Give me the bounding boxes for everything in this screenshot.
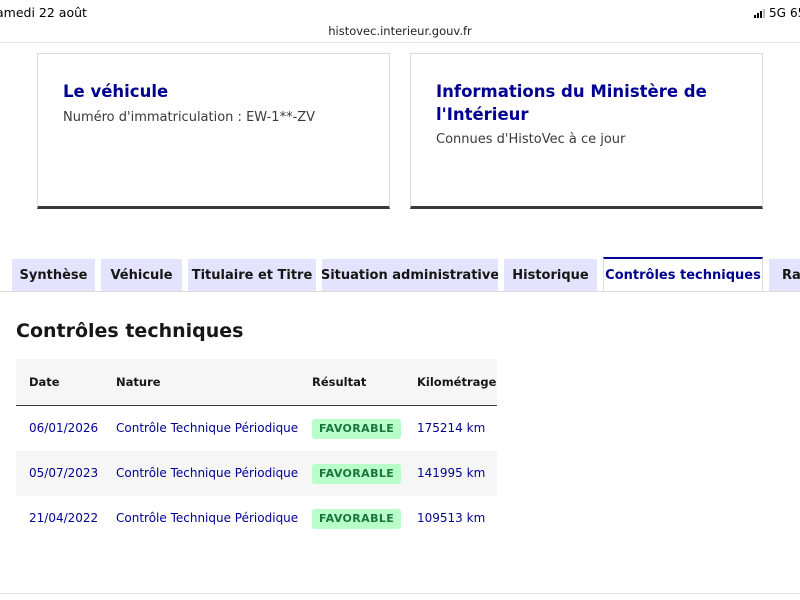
ministry-info-card-title: Informations du Ministère de l'Intérieur bbox=[436, 82, 707, 124]
tab-controles-techniques[interactable]: Contrôles techniques bbox=[603, 257, 763, 291]
tab-synthese[interactable]: Synthèse bbox=[12, 259, 95, 291]
result-badge: FAVORABLE bbox=[312, 509, 402, 529]
address-bar-url[interactable]: histovec.interieur.gouv.fr bbox=[0, 24, 800, 38]
inspection-mileage: 141995 km bbox=[417, 466, 486, 480]
table-header: Date Nature Résultat Kilométrage bbox=[16, 359, 497, 406]
table-row: 21/04/2022 Contrôle Technique Périodique… bbox=[16, 496, 497, 541]
status-bar-indicators: 5G 65 bbox=[754, 6, 800, 20]
vehicle-card-title: Le véhicule bbox=[63, 82, 169, 101]
tab-situation-administrative[interactable]: Situation administrative bbox=[322, 259, 498, 291]
inspection-nature: Contrôle Technique Périodique bbox=[116, 511, 299, 525]
table-row: 05/07/2023 Contrôle Technique Périodique… bbox=[16, 451, 497, 496]
result-badge: FAVORABLE bbox=[312, 419, 402, 439]
inspection-nature: Contrôle Technique Périodique bbox=[116, 466, 299, 480]
browser-divider bbox=[0, 42, 800, 43]
battery-level: 65 bbox=[789, 6, 800, 20]
registration-number: Numéro d'immatriculation : EW-1**-ZV bbox=[63, 110, 316, 125]
inspection-nature: Contrôle Technique Périodique bbox=[116, 421, 299, 435]
signal-strength-icon bbox=[754, 8, 765, 18]
inspection-date: 05/07/2023 bbox=[29, 466, 99, 480]
vehicle-card: Le véhicule Numéro d'immatriculation : E… bbox=[37, 53, 390, 209]
column-header-nature: Nature bbox=[116, 375, 161, 389]
section-title: Contrôles techniques bbox=[16, 320, 244, 342]
tab-vehicule[interactable]: Véhicule bbox=[101, 259, 182, 291]
technical-inspections-table: Date Nature Résultat Kilométrage 06/01/2… bbox=[16, 359, 497, 541]
network-type: 5G bbox=[769, 6, 786, 20]
column-header-mileage: Kilométrage bbox=[417, 375, 497, 389]
result-badge: FAVORABLE bbox=[312, 464, 402, 484]
inspection-date: 21/04/2022 bbox=[29, 511, 99, 525]
table-row: 06/01/2026 Contrôle Technique Périodique… bbox=[16, 406, 497, 451]
column-header-result: Résultat bbox=[312, 375, 367, 389]
tab-titulaire-et-titre[interactable]: Titulaire et Titre bbox=[188, 259, 316, 291]
status-bar-date: amedi 22 août bbox=[0, 5, 87, 20]
tab-bar: Synthèse Véhicule Titulaire et Titre Sit… bbox=[0, 257, 800, 292]
tab-historique[interactable]: Historique bbox=[504, 259, 597, 291]
page-bottom-divider bbox=[0, 593, 800, 594]
column-header-date: Date bbox=[29, 375, 60, 389]
ministry-info-card: Informations du Ministère de l'Intérieur… bbox=[410, 53, 763, 209]
tab-rapport[interactable]: Rap bbox=[769, 259, 800, 291]
tab-panel-border bbox=[0, 291, 800, 292]
ministry-info-card-text: Connues d'HistoVec à ce jour bbox=[436, 132, 626, 147]
inspection-mileage: 109513 km bbox=[417, 511, 486, 525]
inspection-mileage: 175214 km bbox=[417, 421, 486, 435]
inspection-date: 06/01/2026 bbox=[29, 421, 99, 435]
